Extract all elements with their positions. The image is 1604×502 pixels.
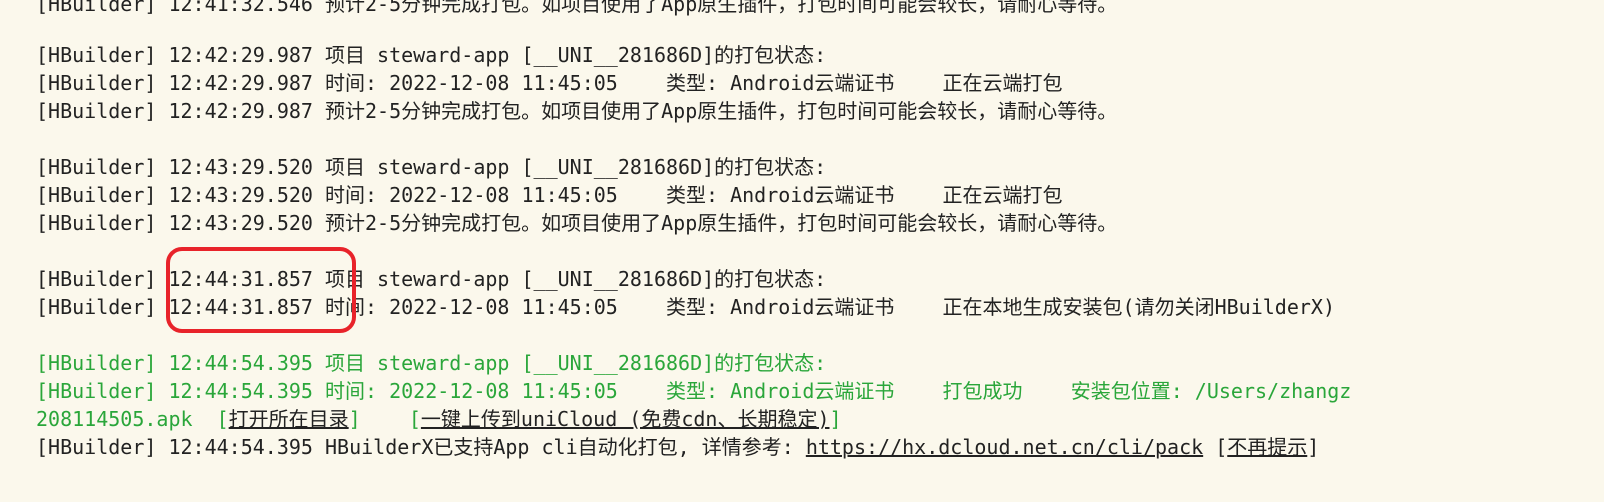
separator-text: [ bbox=[1203, 435, 1228, 459]
log-line: [HBuilder] 12:43:29.520 时间: 2022-12-08 1… bbox=[36, 183, 1063, 207]
log-line-cli-tip: [HBuilder] 12:44:54.395 HBuilderX已支持App … bbox=[36, 435, 1319, 459]
open-directory-link[interactable]: 打开所在目录 bbox=[229, 407, 349, 431]
log-line-success: [HBuilder] 12:44:54.395 时间: 2022-12-08 1… bbox=[36, 379, 1352, 403]
log-line: [HBuilder] 12:44:31.857 项目 steward-app [… bbox=[36, 267, 827, 291]
separator-text: ] bbox=[829, 407, 842, 431]
log-line: [HBuilder] 12:43:29.520 预计2-5分钟完成打包。如项目使… bbox=[36, 211, 1118, 235]
cli-docs-link[interactable]: https://hx.dcloud.net.cn/cli/pack bbox=[806, 435, 1203, 459]
log-line: [HBuilder] 12:42:29.987 时间: 2022-12-08 1… bbox=[36, 71, 1063, 95]
log-line: [HBuilder] 12:41:32.546 预计2-5分钟完成打包。如项目使… bbox=[36, 0, 1118, 16]
log-line-actions: 208114505.apk [打开所在目录] [一键上传到uniCloud (免… bbox=[36, 407, 842, 431]
log-line: [HBuilder] 12:43:29.520 项目 steward-app [… bbox=[36, 155, 827, 179]
separator-text: ] bbox=[1307, 435, 1320, 459]
apk-filename: 208114505.apk [ bbox=[36, 407, 229, 431]
dismiss-tip-link[interactable]: 不再提示 bbox=[1227, 435, 1307, 459]
log-line: [HBuilder] 12:42:29.987 项目 steward-app [… bbox=[36, 43, 827, 67]
log-line-success: [HBuilder] 12:44:54.395 项目 steward-app [… bbox=[36, 351, 827, 375]
log-line: [HBuilder] 12:42:29.987 预计2-5分钟完成打包。如项目使… bbox=[36, 99, 1118, 123]
timestamp-highlight-box bbox=[166, 247, 356, 333]
separator-text: ] [ bbox=[348, 407, 421, 431]
upload-unicloud-link[interactable]: 一键上传到uniCloud (免费cdn、长期稳定) bbox=[421, 407, 830, 431]
hbuilder-console-output: [HBuilder] 12:41:32.546 预计2-5分钟完成打包。如项目使… bbox=[0, 0, 1604, 502]
cli-tip-text: [HBuilder] 12:44:54.395 HBuilderX已支持App … bbox=[36, 435, 806, 459]
